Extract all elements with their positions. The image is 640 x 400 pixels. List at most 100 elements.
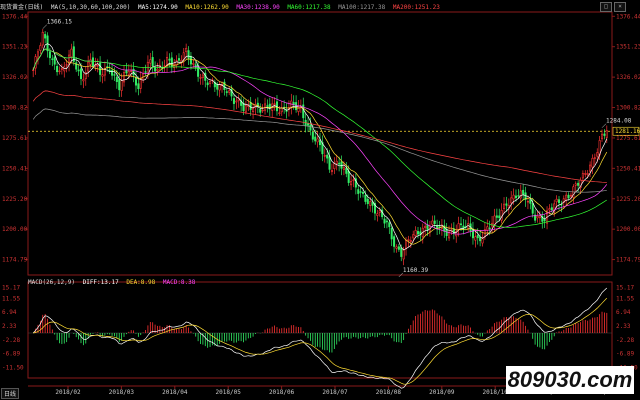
candle-body — [51, 58, 54, 60]
candle-body — [438, 226, 441, 228]
candle-body — [235, 100, 238, 103]
candle-body — [402, 249, 405, 260]
candle-body — [591, 157, 594, 168]
candle-body — [383, 218, 386, 224]
x-tick-label: 2018/08 — [376, 389, 402, 396]
candle-body — [318, 139, 322, 146]
candle-body — [362, 191, 365, 194]
candle-body — [314, 136, 317, 142]
candle-body — [603, 133, 606, 136]
candle-body — [476, 235, 479, 239]
candle-body — [526, 200, 529, 203]
candle-body — [393, 236, 396, 247]
candle-body — [596, 152, 599, 157]
candle-body — [405, 240, 408, 249]
macd-y-tick-label-right: 15.17 — [616, 284, 634, 291]
candle-body — [209, 81, 212, 84]
candle-body — [505, 203, 508, 206]
candle-body — [264, 103, 267, 111]
candle-body — [517, 195, 520, 197]
candle-body — [228, 90, 231, 93]
annotation-label: 1160.39 — [403, 267, 429, 274]
candle-body — [498, 215, 501, 219]
candle-body — [488, 227, 491, 230]
candle-body — [555, 198, 558, 203]
candle-body — [60, 68, 63, 70]
y-tick-label-left: 1225.20 — [2, 196, 28, 203]
candle-body — [225, 91, 228, 93]
candle-body — [156, 68, 159, 71]
candle-body — [350, 180, 353, 186]
candle-body — [261, 109, 264, 112]
candle-body — [122, 72, 126, 83]
restore-button[interactable]: □ — [600, 2, 612, 12]
candle-body — [185, 47, 188, 53]
ma200-value: MA200:1251.23 — [392, 4, 440, 11]
macd-y-tick-label-right: 11.55 — [616, 295, 634, 302]
candle-body — [218, 84, 221, 91]
candle-body — [256, 102, 259, 108]
y-tick-label-right: 1200.00 — [616, 226, 640, 233]
candle-body — [177, 58, 181, 61]
candle-body — [330, 170, 333, 173]
candle-body — [522, 189, 525, 195]
x-tick-label: 2018/10 — [483, 389, 509, 396]
y-tick-label-right: 1326.02 — [616, 74, 640, 81]
candle-body — [48, 51, 51, 59]
candle-body — [199, 77, 202, 79]
candle-body — [586, 173, 589, 175]
candle-body — [357, 189, 360, 194]
candle-body — [479, 236, 482, 242]
candle-body — [503, 203, 506, 209]
x-tick-label: 2018/09 — [429, 389, 455, 396]
y-tick-label-left: 1300.82 — [2, 105, 28, 112]
macd-dea: DEA:8.98 — [126, 279, 156, 286]
candle-body — [390, 227, 393, 240]
x-tick-label: 2018/03 — [109, 389, 135, 396]
macd-y-tick-label-left: 6.94 — [2, 309, 17, 316]
candle-body — [376, 213, 379, 216]
candle-body — [182, 52, 185, 60]
macd-params: MACD(26,12,9) — [28, 279, 75, 286]
macd-panel-frame — [27, 281, 613, 379]
y-tick-label-left: 1351.23 — [2, 44, 28, 51]
candle-body — [550, 207, 553, 211]
candle-body — [134, 77, 137, 86]
candle-body — [259, 108, 262, 113]
macd-y-tick-label-left: -11.50 — [2, 365, 24, 372]
candle-body — [44, 34, 47, 39]
candle-body — [577, 182, 580, 186]
y-tick-label-right: 1351.23 — [616, 44, 640, 51]
candle-body — [127, 71, 130, 76]
watermark-logo: 809030.com — [506, 366, 634, 394]
candle-body — [151, 57, 154, 67]
candle-body — [493, 215, 496, 226]
candle-body — [601, 133, 604, 140]
candle-body — [581, 173, 584, 179]
annotation-label: 1284.08 — [606, 118, 632, 125]
candle-body — [481, 238, 484, 244]
candle-body — [244, 105, 247, 113]
candle-body — [316, 138, 319, 143]
period-tab[interactable]: 日线 — [1, 388, 20, 399]
macd-y-tick-label-left: 11.55 — [2, 295, 20, 302]
ma-params: MA(5,10,30,60,100,200) — [50, 4, 131, 11]
candle-body — [457, 223, 460, 230]
candle-body — [424, 225, 427, 229]
y-tick-label-left: 1326.02 — [2, 74, 28, 81]
candle-body — [307, 123, 310, 126]
candle-body — [605, 130, 608, 138]
close-button[interactable]: × — [614, 2, 626, 12]
ma10-value: MA10:1262.90 — [185, 4, 229, 11]
candle-body — [342, 167, 345, 170]
macd-y-tick-label-left: 15.17 — [2, 284, 20, 291]
macd-header: MACD(26,12,9) DIFF:13.17 DEA:8.98 MACD:8… — [28, 279, 199, 286]
candle-body — [407, 239, 410, 241]
macd-y-tick-label-left: -6.89 — [2, 351, 20, 358]
macd-y-tick-label-left: 2.33 — [2, 323, 17, 330]
candle-body — [252, 108, 255, 113]
candle-body — [125, 69, 128, 74]
candle-body — [400, 247, 403, 257]
candle-body — [589, 164, 592, 172]
candle-body — [514, 195, 518, 199]
